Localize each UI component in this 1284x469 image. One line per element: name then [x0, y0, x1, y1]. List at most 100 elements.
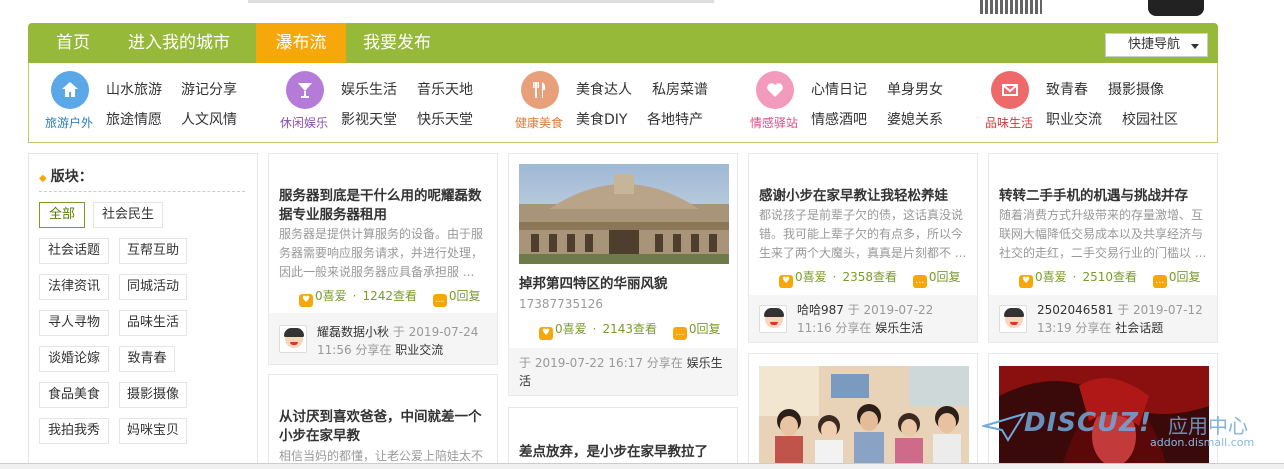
avatar[interactable] [759, 305, 787, 333]
category-link[interactable]: 摄影摄像 [1108, 79, 1164, 99]
paper-plane-icon [982, 412, 1026, 442]
avatar[interactable] [999, 305, 1027, 333]
home-icon[interactable] [51, 71, 89, 109]
category-name[interactable]: 健康美食 [515, 114, 563, 131]
post-time: 13:19 分享在 [1037, 321, 1112, 335]
tag-board[interactable]: 互帮互助 [119, 238, 187, 264]
post-title[interactable]: 从讨厌到喜欢爸爸，中间就差一个小步在家早教 [279, 408, 491, 446]
avatar[interactable] [279, 325, 307, 353]
nav-waterfall[interactable]: 瀑布流 [256, 23, 346, 63]
post-board[interactable]: 职业交流 [395, 343, 443, 357]
post-author[interactable]: 2502046581 [1037, 303, 1113, 317]
post-title[interactable]: 掉邦第四特区的华丽风貌 [519, 275, 731, 294]
category-link[interactable]: 情感酒吧 [811, 109, 867, 129]
tag-board[interactable]: 致青春 [119, 346, 175, 372]
nav-my-city[interactable]: 进入我的城市 [128, 23, 230, 63]
category-link[interactable]: 校园社区 [1122, 109, 1178, 129]
comment-icon[interactable]: … [912, 275, 927, 288]
post-title[interactable]: 服务器到底是干什么用的呢耀磊数据专业服务器租用 [279, 187, 491, 225]
tag-board[interactable]: 社会民生 [93, 202, 163, 228]
category-link[interactable]: 致青春 [1046, 79, 1088, 99]
heart-icon[interactable]: ♥ [779, 275, 793, 288]
tag-board[interactable]: 同城活动 [119, 274, 187, 300]
category-link[interactable]: 人文风情 [181, 109, 237, 129]
heart-icon[interactable]: ♥ [1019, 275, 1033, 288]
tag-board[interactable]: 谈婚论嫁 [39, 346, 109, 372]
post-subtitle: 17387735126 [519, 297, 603, 311]
category-link[interactable]: 快乐天堂 [417, 109, 473, 129]
post-card[interactable]: 掉邦第四特区的华丽风貌 17387735126 ♥ 0喜爱 · 2143查看 … 0回复… [508, 153, 738, 396]
post-footer: 哈哈987 于 2019-07-22 11:16 分享在 娱乐生活 [749, 295, 977, 342]
category-link[interactable]: 山水旅游 [106, 79, 162, 99]
category-link[interactable]: 美食DIY [576, 109, 627, 129]
post-card[interactable]: 差点放弃，是小步在家早教拉了 [508, 407, 738, 469]
heart-icon[interactable]: ♥ [299, 294, 313, 307]
post-card[interactable]: 从讨厌到喜欢爸爸，中间就差一个小步在家早教 相信当妈的都懂，让老公爱上陪娃太不 [268, 374, 498, 469]
post-title[interactable]: 感谢小步在家早教让我轻松养娃 [759, 187, 971, 206]
quick-nav-button[interactable]: 快捷导航 [1105, 33, 1208, 57]
post-card[interactable] [748, 353, 978, 469]
likes-count[interactable]: 0喜爱 [1035, 270, 1067, 284]
envelope-icon[interactable] [991, 71, 1029, 109]
tag-board[interactable]: 我拍我秀 [39, 418, 109, 444]
post-board[interactable]: 社会话题 [1115, 321, 1163, 335]
fork-knife-icon[interactable] [521, 71, 559, 109]
post-title[interactable]: 转转二手手机的机遇与挑战并存 [999, 187, 1211, 206]
category-name[interactable]: 品味生活 [985, 114, 1033, 131]
post-date: 于 2019-07-12 [1117, 303, 1203, 317]
replies-count[interactable]: 0回复 [449, 289, 481, 303]
category-link[interactable]: 游记分享 [181, 79, 237, 99]
category-link[interactable]: 私房菜谱 [652, 79, 708, 99]
category-link[interactable]: 音乐天地 [417, 79, 473, 99]
tag-board[interactable]: 品味生活 [119, 310, 187, 336]
heart-icon[interactable] [756, 71, 794, 109]
post-card[interactable]: 感谢小步在家早教让我轻松养娃 都说孩子是前辈子欠的债，这话真没说错。我可能上辈子… [748, 153, 978, 343]
category-lifestyle: 品味生活 致青春 摄影摄像 职业交流 校园社区 [985, 63, 1205, 143]
sidebar-heading-label: 版块： [50, 169, 93, 185]
category-link[interactable]: 影视天堂 [341, 109, 397, 129]
post-time: 11:56 分享在 [317, 343, 392, 357]
heart-icon[interactable]: ♥ [539, 327, 553, 340]
post-image[interactable] [519, 164, 729, 264]
comment-icon[interactable]: … [672, 327, 687, 340]
likes-count[interactable]: 0喜爱 [555, 322, 587, 336]
nav-home[interactable]: 首页 [56, 23, 90, 63]
comment-icon[interactable]: … [432, 294, 447, 307]
post-card[interactable]: 服务器到底是干什么用的呢耀磊数据专业服务器租用 服务器是提供计算服务的设备。由于… [268, 153, 498, 365]
tag-board[interactable]: 妈咪宝贝 [119, 418, 187, 444]
tag-board[interactable]: 社会话题 [39, 238, 109, 264]
category-link[interactable]: 娱乐生活 [341, 79, 397, 99]
category-name[interactable]: 情感驿站 [750, 114, 798, 131]
category-name[interactable]: 休闲娱乐 [280, 114, 328, 131]
tag-board[interactable]: 法律资讯 [39, 274, 109, 300]
post-board[interactable]: 娱乐生活 [875, 321, 923, 335]
likes-count[interactable]: 0喜爱 [795, 270, 827, 284]
post-card[interactable]: 转转二手手机的机遇与挑战并存 随着消费方式升级带来的存量激增、互联网大幅降低交易… [988, 153, 1218, 343]
quick-nav-label: 快捷导航 [1128, 37, 1181, 52]
tag-board[interactable]: 摄影摄像 [119, 382, 187, 408]
replies-count[interactable]: 0回复 [689, 322, 721, 336]
category-link[interactable]: 旅途情愿 [106, 109, 162, 129]
post-image[interactable] [759, 366, 969, 469]
category-link[interactable]: 单身男女 [887, 79, 943, 99]
cocktail-icon[interactable] [286, 71, 324, 109]
nav-publish[interactable]: 我要发布 [363, 23, 431, 63]
replies-count[interactable]: 0回复 [929, 270, 961, 284]
category-name[interactable]: 旅游户外 [45, 114, 93, 131]
category-link[interactable]: 婆媳关系 [887, 109, 943, 129]
post-author[interactable]: 哈哈987 [797, 303, 844, 317]
category-link[interactable]: 美食达人 [576, 79, 632, 99]
tag-all[interactable]: 全部 [39, 202, 85, 228]
category-link[interactable]: 各地特产 [647, 109, 703, 129]
views-count: 1242查看 [362, 289, 418, 303]
comment-icon[interactable]: … [1152, 275, 1167, 288]
likes-count[interactable]: 0喜爱 [315, 289, 347, 303]
post-author[interactable]: 耀磊数据小秋 [317, 325, 389, 339]
category-emotion: 情感驿站 心情日记 单身男女 情感酒吧 婆媳关系 [750, 63, 970, 143]
post-title[interactable]: 差点放弃，是小步在家早教拉了 [519, 443, 731, 462]
category-link[interactable]: 心情日记 [811, 79, 867, 99]
replies-count[interactable]: 0回复 [1169, 270, 1201, 284]
tag-board[interactable]: 寻人寻物 [39, 310, 109, 336]
category-link[interactable]: 职业交流 [1046, 109, 1102, 129]
tag-board[interactable]: 食品美食 [39, 382, 109, 408]
